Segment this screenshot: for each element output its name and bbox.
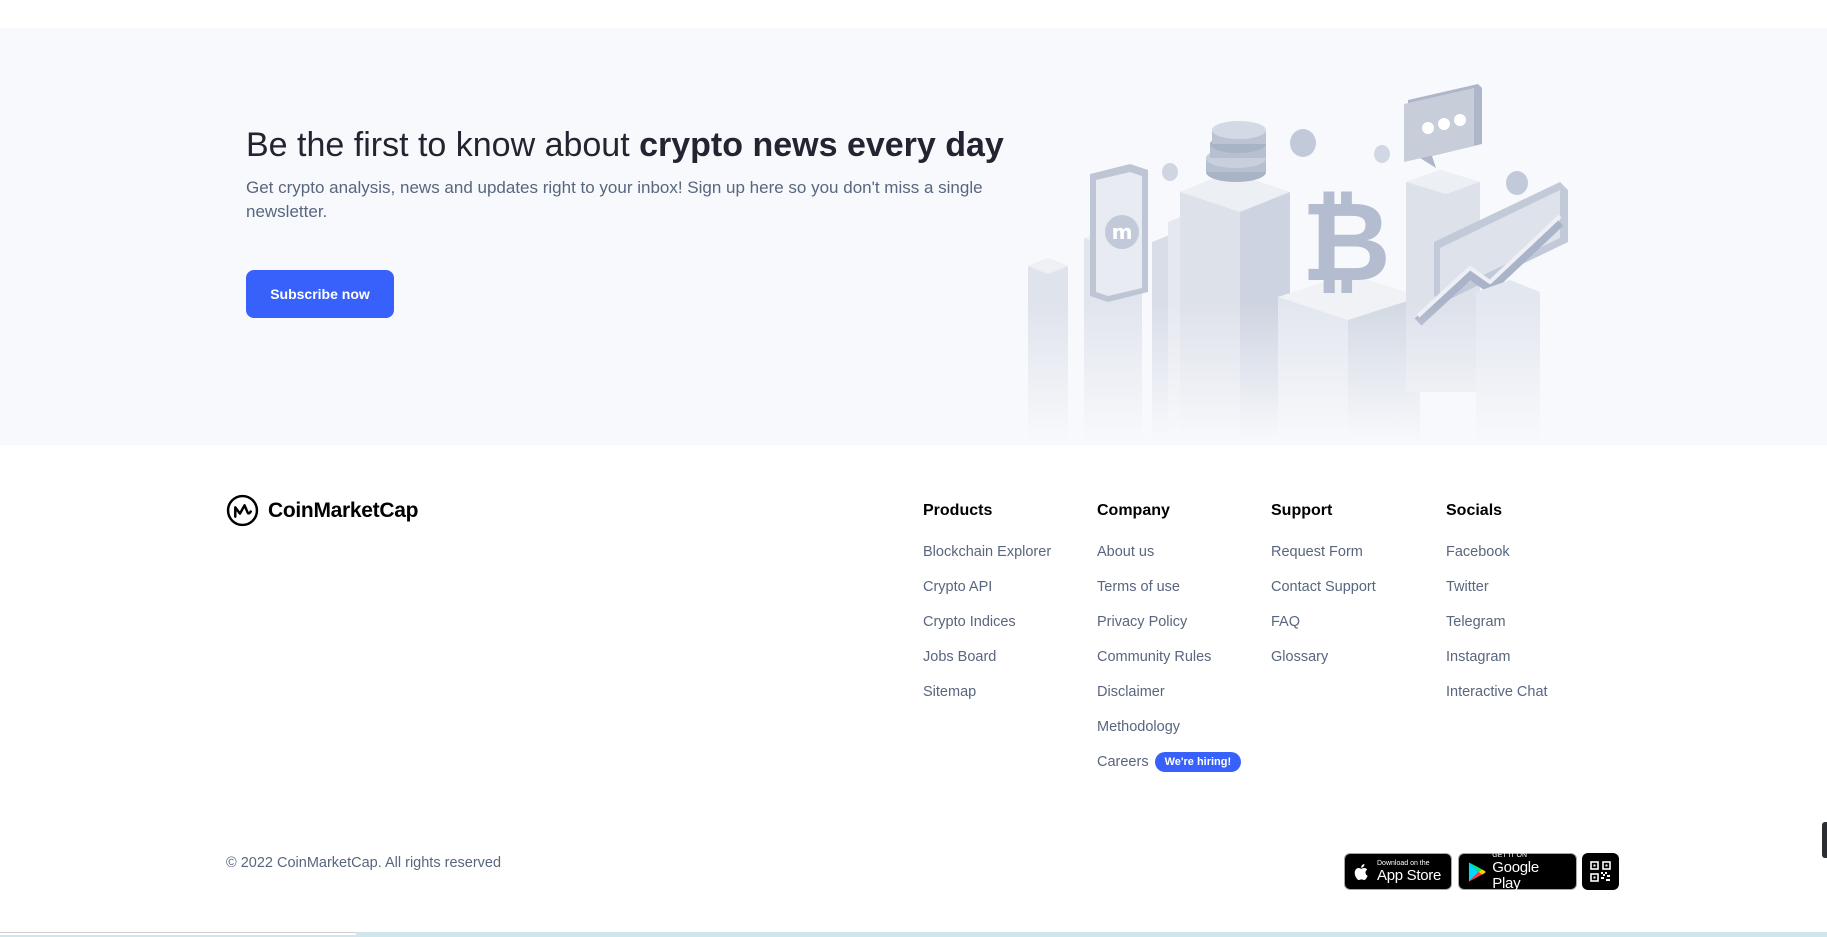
brand-name: CoinMarketCap — [268, 498, 419, 522]
careers-row: Careers We're hiring! — [1097, 752, 1242, 772]
hiring-badge: We're hiring! — [1154, 752, 1242, 772]
footer-link-crypto-api[interactable]: Crypto API — [923, 577, 1051, 597]
svg-text:m: m — [1112, 220, 1133, 244]
footer-link-disclaimer[interactable]: Disclaimer — [1097, 682, 1241, 702]
crypto-city-illustration: m ₿ — [1020, 84, 1580, 442]
google-play-big-text: Google Play — [1492, 858, 1539, 892]
footer-link-contact-support[interactable]: Contact Support — [1271, 577, 1376, 597]
apple-icon — [1354, 863, 1368, 880]
qr-code-icon — [1590, 861, 1611, 882]
footer-heading-company: Company — [1097, 502, 1170, 519]
footer-link-jobs-board[interactable]: Jobs Board — [923, 647, 1051, 667]
copyright-text: © 2022 CoinMarketCap. All rights reserve… — [226, 855, 502, 871]
footer-link-privacy-policy[interactable]: Privacy Policy — [1097, 612, 1241, 632]
footer-column-company: Company About us Terms of use Privacy Po… — [1097, 502, 1242, 772]
footer-link-faq[interactable]: FAQ — [1271, 612, 1376, 632]
newsletter-section: Be the first to know about crypto news e… — [0, 28, 1827, 445]
footer-link-community-rules[interactable]: Community Rules — [1097, 647, 1241, 667]
footer-link-crypto-indices[interactable]: Crypto Indices — [923, 612, 1051, 632]
qr-code-button[interactable] — [1582, 853, 1619, 890]
svg-text:₿: ₿ — [1301, 178, 1391, 306]
brand-logo[interactable]: CoinMarketCap — [226, 494, 418, 527]
footer-link-terms-of-use[interactable]: Terms of use — [1097, 577, 1241, 597]
google-play-icon — [1468, 861, 1486, 882]
footer-heading-support: Support — [1271, 502, 1333, 519]
footer-column-products: Products Blockchain Explorer Crypto API … — [923, 502, 1051, 717]
footer-link-careers[interactable]: Careers — [1097, 752, 1149, 772]
footer-link-methodology[interactable]: Methodology — [1097, 717, 1241, 737]
footer-link-interactive-chat[interactable]: Interactive Chat — [1446, 682, 1548, 702]
app-store-button[interactable]: Download on the App Store — [1344, 853, 1452, 890]
subscribe-now-button[interactable]: Subscribe now — [246, 270, 394, 318]
footer-link-facebook[interactable]: Facebook — [1446, 542, 1548, 562]
footer-heading-socials: Socials — [1446, 502, 1503, 519]
google-play-button[interactable]: GET IT ON Google Play — [1458, 852, 1577, 892]
footer-heading-products: Products — [923, 502, 993, 519]
footer-link-request-form[interactable]: Request Form — [1271, 542, 1376, 562]
coinmarketcap-logo-icon — [226, 494, 259, 527]
footer-link-about-us[interactable]: About us — [1097, 542, 1241, 562]
newsletter-description: Get crypto analysis, news and updates ri… — [246, 178, 983, 221]
newsletter-title-bold: crypto news every day — [639, 126, 1004, 164]
footer-link-instagram[interactable]: Instagram — [1446, 647, 1548, 667]
footer-link-telegram[interactable]: Telegram — [1446, 612, 1548, 632]
footer-link-blockchain-explorer[interactable]: Blockchain Explorer — [923, 542, 1051, 562]
newsletter-title-regular: Be the first to know about — [246, 126, 640, 164]
footer-link-glossary[interactable]: Glossary — [1271, 647, 1376, 667]
bottom-strip-tab — [0, 932, 356, 935]
app-store-big-text: App Store — [1377, 866, 1442, 884]
footer-link-sitemap[interactable]: Sitemap — [923, 682, 1051, 702]
footer-column-socials: Socials Facebook Twitter Telegram Instag… — [1446, 502, 1548, 717]
footer-column-support: Support Request Form Contact Support FAQ… — [1271, 502, 1376, 682]
newsletter-title: Be the first to know about crypto news e… — [246, 126, 1004, 165]
side-widget-tab[interactable] — [1822, 822, 1827, 858]
footer-link-twitter[interactable]: Twitter — [1446, 577, 1548, 597]
